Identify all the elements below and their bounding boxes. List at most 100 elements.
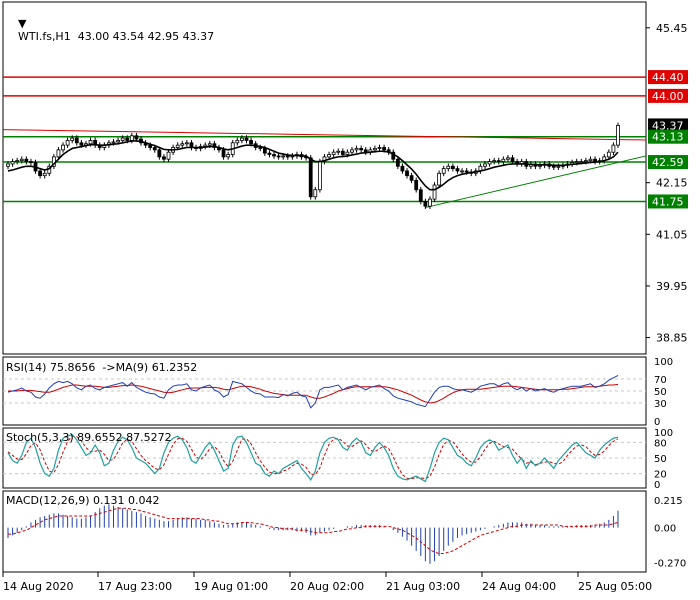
candle-body — [226, 154, 231, 158]
stoch-pane-title: Stoch(5,3,3) 89.6552 87.5272 — [6, 431, 172, 444]
rsi-pane-title: RSI(14) 75.8656 ->MA(9) 61.2352 — [6, 361, 198, 374]
time-axis-label: 17 Aug 23:00 — [98, 580, 172, 593]
candle-body — [235, 140, 240, 144]
chart-canvas[interactable]: 45.4542.1541.0539.9538.8544.4044.0043.37… — [0, 0, 700, 600]
stoch-axis-label: 50 — [654, 454, 667, 465]
candle-body — [492, 160, 497, 163]
candle-body — [483, 163, 487, 167]
price-axis-label: 41.05 — [656, 228, 688, 241]
candle-body — [65, 140, 70, 146]
candle-body — [207, 143, 212, 146]
time-axis-label: 14 Aug 2020 — [3, 580, 73, 593]
candle-body — [414, 179, 419, 191]
candle-body — [116, 140, 120, 143]
price-axis-label: 38.85 — [656, 332, 688, 345]
candle-body — [317, 161, 322, 191]
candle-body — [258, 147, 263, 149]
candle-body — [345, 151, 350, 155]
candle-body — [405, 170, 409, 177]
candle-body — [506, 157, 510, 160]
candle-body — [313, 189, 318, 198]
candle-body — [450, 165, 455, 170]
macd-pane-title: MACD(12,26,9) 0.131 0.042 — [6, 494, 160, 507]
price-axis-label: 39.95 — [656, 280, 688, 293]
candle-body — [551, 165, 556, 168]
candle-body — [272, 154, 276, 157]
price-axis-label: 45.45 — [656, 22, 688, 35]
macd-axis-label: 0.00 — [654, 524, 676, 535]
candle-body — [166, 151, 171, 160]
candle-body — [129, 135, 134, 141]
candle-body — [157, 149, 162, 158]
candle-body — [244, 137, 249, 141]
candle-body — [70, 137, 75, 141]
candle-body — [455, 168, 460, 172]
price-level-badge-text: 41.75 — [652, 195, 684, 208]
candle-body — [262, 148, 267, 154]
candle-body — [267, 152, 272, 155]
candle-body — [487, 161, 492, 165]
candle-body — [148, 144, 153, 148]
candle-body — [15, 160, 20, 163]
candle-body — [327, 154, 331, 158]
stoch-axis-label: 0 — [654, 480, 660, 491]
candle-body — [281, 155, 286, 158]
candle-body — [88, 140, 93, 145]
rsi-axis-label: 50 — [654, 387, 667, 398]
candle-body — [74, 137, 79, 144]
price-level-badge-text: 44.00 — [652, 90, 684, 103]
candle-body — [180, 143, 185, 146]
candle-body — [134, 135, 139, 140]
candle-body — [125, 137, 130, 141]
candle-body — [120, 137, 125, 141]
rsi-axis-label: 70 — [654, 375, 667, 386]
candle-body — [240, 137, 244, 141]
candle-body — [464, 170, 469, 173]
stoch-axis-label: 100 — [654, 428, 673, 439]
candle-body — [400, 165, 405, 172]
time-axis-label: 19 Aug 01:00 — [194, 580, 268, 593]
candle-body — [395, 158, 400, 167]
candle-body — [409, 175, 414, 181]
candle-body — [501, 158, 506, 162]
candle-body — [423, 201, 428, 207]
candle-body — [285, 155, 290, 158]
candle-body — [373, 148, 377, 151]
candle-body — [175, 144, 180, 148]
macd-axis-label: 0.215 — [654, 496, 683, 507]
candle-body — [441, 168, 446, 174]
candle-body — [162, 156, 166, 160]
candle-body — [428, 198, 432, 207]
candle-body — [308, 157, 313, 198]
candle-body — [616, 125, 620, 146]
candle-body — [61, 144, 65, 151]
candle-body — [556, 165, 561, 168]
price-level-badge-text: 43.13 — [652, 131, 684, 144]
resistance-trend-line — [2, 129, 297, 135]
candle-body — [446, 165, 451, 170]
candle-body — [340, 150, 345, 155]
candle-body — [331, 151, 336, 155]
candle-body — [583, 160, 588, 163]
symbol-dropdown-icon[interactable]: ▼ — [18, 17, 26, 30]
price-level-badge-text: 44.40 — [652, 71, 684, 84]
stoch-axis-label: 20 — [654, 470, 667, 481]
candle-body — [418, 189, 423, 202]
candle-body — [611, 144, 616, 153]
candle-body — [382, 147, 386, 151]
candle-body — [432, 184, 437, 200]
stoch-axis-label: 80 — [654, 438, 667, 449]
candle-body — [6, 163, 10, 167]
candle-body — [111, 141, 116, 144]
candle-body — [152, 147, 157, 151]
candle-body — [354, 148, 359, 151]
time-axis-label: 20 Aug 02:00 — [290, 580, 364, 593]
candle-body — [460, 170, 464, 173]
candle-body — [579, 161, 584, 163]
candle-body — [496, 160, 501, 163]
candle-body — [38, 170, 43, 177]
trading-chart-window[interactable]: 45.45 42.15 41.05 39.95 38.85 44.40 44.00 43.37… — [0, 0, 700, 600]
candle-body — [24, 158, 29, 162]
time-axis-label: 25 Aug 05:00 — [578, 580, 652, 593]
candle-body — [606, 151, 611, 158]
